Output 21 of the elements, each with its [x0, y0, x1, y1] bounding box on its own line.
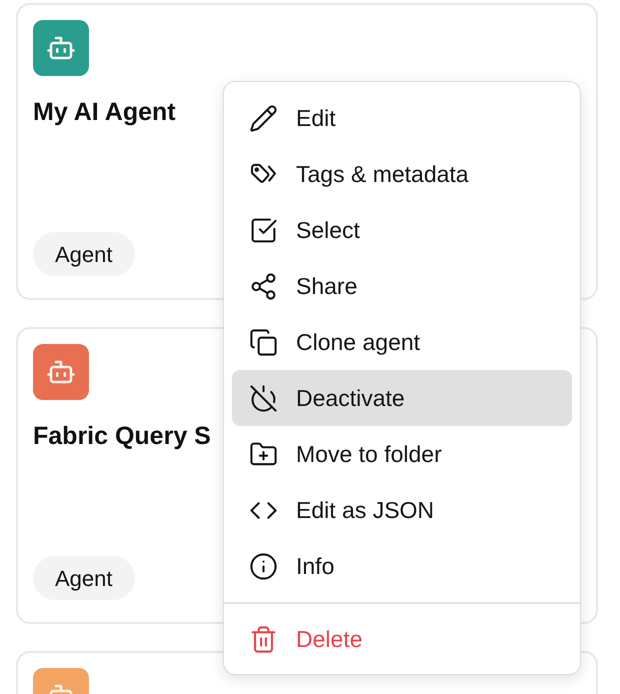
share-icon	[249, 272, 278, 300]
menu-item[interactable]: Tags & metadata	[232, 146, 572, 202]
menu-item[interactable]: Share	[232, 258, 572, 314]
menu-item[interactable]: Select	[232, 202, 572, 258]
menu-item[interactable]: Clone agent	[232, 314, 572, 370]
menu-item[interactable]: Info	[232, 538, 572, 594]
menu-item[interactable]: Edit as JSON	[232, 482, 572, 538]
trash-icon	[249, 624, 278, 654]
agent-title: Fabric Query S	[33, 421, 211, 451]
agent-title: My AI Agent	[33, 97, 176, 127]
checked-square-icon	[249, 216, 278, 244]
menu-item[interactable]: Deactivate	[232, 370, 572, 426]
menu-item[interactable]: Move to folder	[232, 426, 572, 482]
menu-item[interactable]: Delete	[232, 611, 572, 667]
pencil-icon	[249, 104, 278, 132]
menu-item[interactable]: Edit	[232, 90, 572, 146]
power-off-icon	[249, 384, 278, 412]
type-badge: Agent	[33, 556, 134, 600]
info-icon	[249, 552, 278, 580]
copy-icon	[249, 328, 278, 356]
type-badge: Agent	[33, 232, 134, 276]
